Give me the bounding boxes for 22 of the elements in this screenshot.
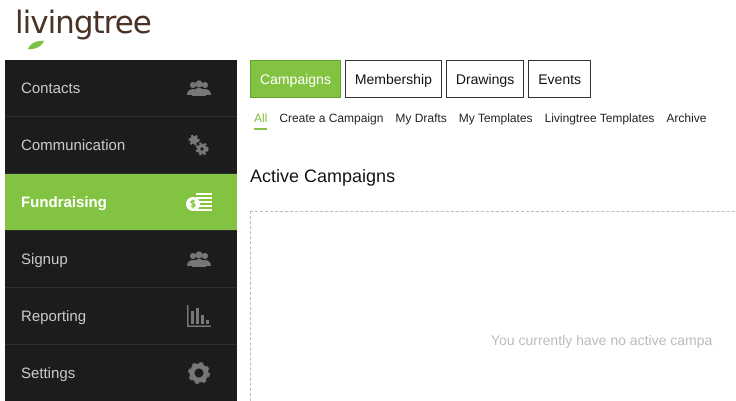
leaf-icon xyxy=(27,40,45,50)
sidebar-item[interactable]: Settings xyxy=(5,345,237,401)
sidebar-item[interactable]: Reporting xyxy=(5,288,237,345)
sidebar-item[interactable]: Contacts xyxy=(5,60,237,117)
tab[interactable]: Drawings xyxy=(446,60,524,98)
sidebar-item[interactable]: Signup xyxy=(5,231,237,288)
filter-link[interactable]: Create a Campaign xyxy=(279,111,384,130)
money-icon xyxy=(186,192,212,212)
gears-icon xyxy=(187,133,211,157)
empty-message: You currently have no active campa xyxy=(491,332,712,348)
tab[interactable]: Membership xyxy=(344,60,442,98)
filter-link[interactable]: Livingtree Templates xyxy=(544,111,654,130)
tab[interactable]: Events xyxy=(528,60,592,98)
filter-link[interactable]: My Drafts xyxy=(395,111,447,130)
section-title: Active Campaigns xyxy=(250,166,396,187)
people-icon xyxy=(187,251,211,267)
filter-link[interactable]: My Templates xyxy=(458,111,533,130)
filter-link[interactable]: Archive xyxy=(666,111,706,130)
people-icon xyxy=(187,80,211,96)
logo-text: livingtree xyxy=(15,6,151,40)
settings-icon xyxy=(188,362,210,384)
bar-chart-icon xyxy=(187,305,211,327)
